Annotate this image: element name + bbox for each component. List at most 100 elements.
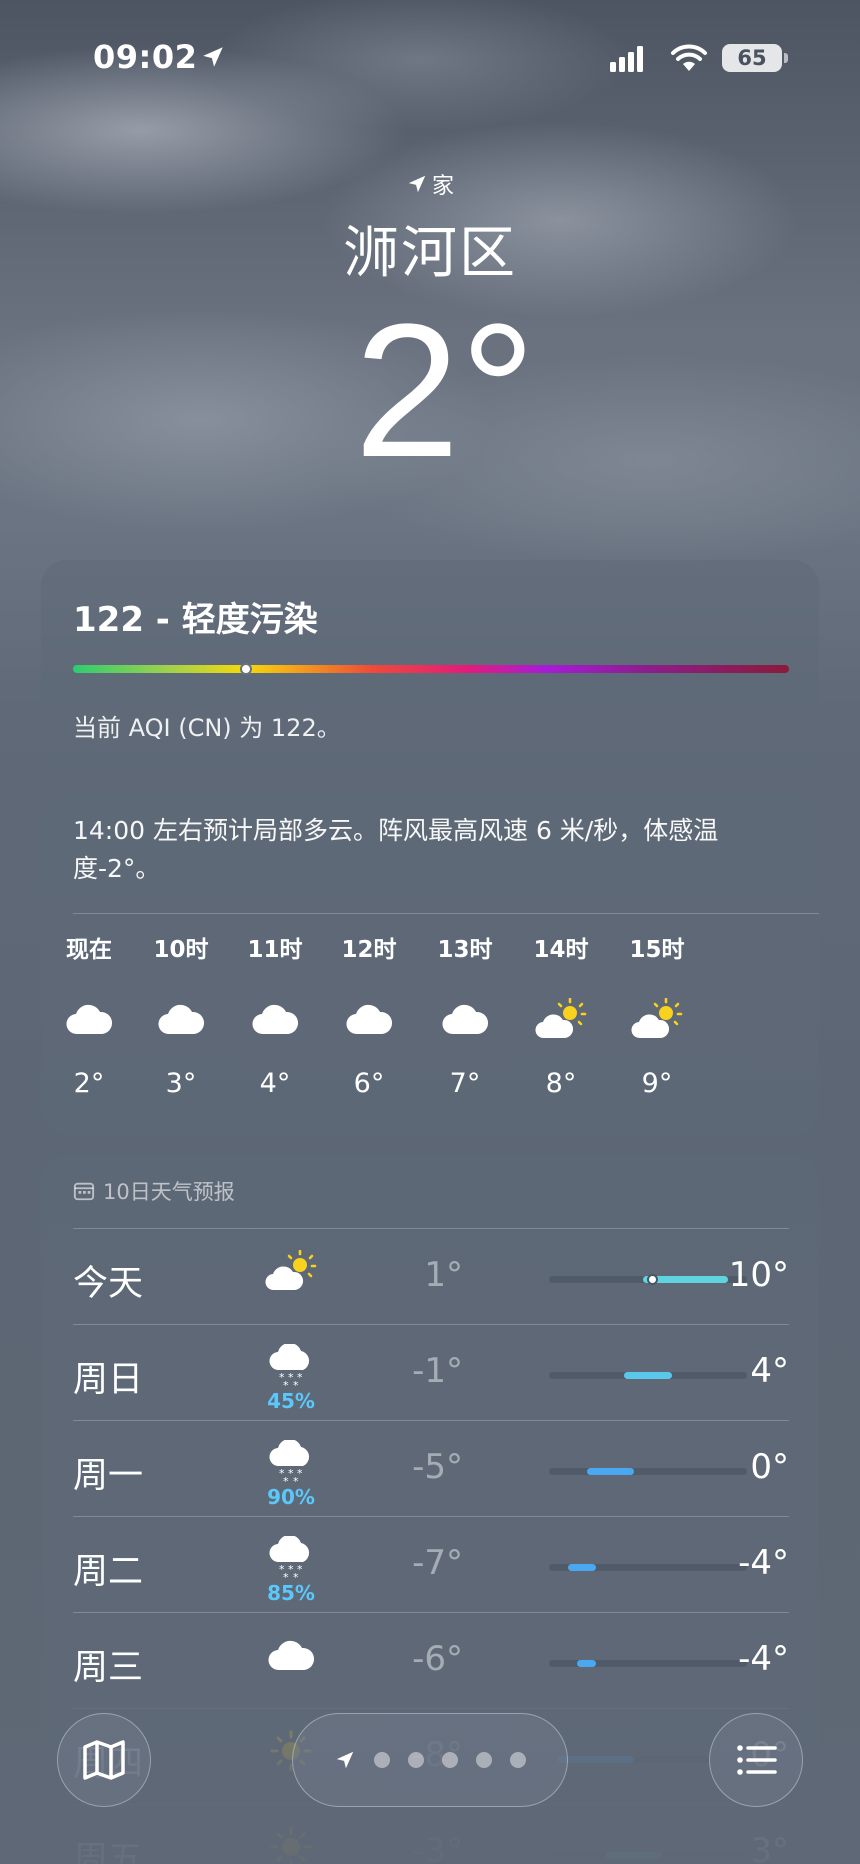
battery-indicator: 65 xyxy=(722,44,782,72)
day-row[interactable]: 周三 -6° -4° xyxy=(73,1612,789,1708)
city-name: 浉河区 xyxy=(343,221,517,286)
snow-icon: * * * * * xyxy=(261,1437,321,1489)
cloud-icon xyxy=(329,986,409,1052)
temperature-range-track xyxy=(549,1660,747,1667)
temperature-range-bar xyxy=(567,1564,597,1571)
home-location-row: 家 xyxy=(0,168,860,200)
aqi-scale-bar xyxy=(73,665,789,673)
map-button[interactable] xyxy=(57,1713,151,1807)
location-arrow-icon xyxy=(203,47,223,67)
cloud-icon xyxy=(141,986,221,1052)
day-name: 周二 xyxy=(73,1552,144,1592)
hour-temperature: 9° xyxy=(641,1068,673,1099)
battery-tip xyxy=(784,53,788,63)
aqi-title: 122 - 轻度污染 xyxy=(73,600,318,640)
hour-label: 10时 xyxy=(153,937,209,963)
current-temp-marker xyxy=(646,1274,658,1285)
high-temperature: 0° xyxy=(750,1447,789,1487)
precipitation-chance: 85% xyxy=(267,1581,315,1605)
list-icon xyxy=(737,1745,777,1775)
temperature-range-bar xyxy=(586,1468,634,1475)
air-quality-card[interactable]: 122 - 轻度污染 当前 AQI (CN) 为 122。 xyxy=(41,560,819,772)
hour-temperature: 3° xyxy=(165,1068,197,1099)
cellular-signal-icon xyxy=(610,46,643,72)
hour-label: 现在 xyxy=(66,937,112,963)
day-name: 周一 xyxy=(73,1456,144,1496)
hour-temperature: 6° xyxy=(353,1068,385,1099)
cloud-icon xyxy=(425,986,505,1052)
calendar-icon xyxy=(73,1182,95,1201)
page-dot[interactable] xyxy=(442,1752,458,1768)
temperature-range-track xyxy=(549,1468,747,1475)
hour-temperature: 8° xyxy=(545,1068,577,1099)
hour-column: 15时 9° xyxy=(617,932,697,1099)
hour-label: 12时 xyxy=(341,937,397,963)
partly-sunny-icon xyxy=(617,986,697,1052)
day-name: 周三 xyxy=(73,1648,144,1688)
page-indicator[interactable] xyxy=(292,1713,568,1807)
hour-temperature: 2° xyxy=(73,1068,105,1099)
cloud-icon xyxy=(49,986,129,1052)
hour-temperature: 7° xyxy=(449,1068,481,1099)
divider xyxy=(73,913,819,914)
day-row[interactable]: 周二 * * * * * 85% -7° -4° xyxy=(73,1516,789,1612)
snow-icon: * * * * * xyxy=(261,1341,321,1393)
home-label: 家 xyxy=(431,174,454,199)
page-dot[interactable] xyxy=(374,1752,390,1768)
location-header: 家 浉河区 2° xyxy=(0,168,860,497)
low-temperature: -7° xyxy=(412,1543,463,1583)
location-arrow-icon xyxy=(408,175,426,193)
hour-label: 13时 xyxy=(437,937,493,963)
page-dot[interactable] xyxy=(476,1752,492,1768)
city-list-button[interactable] xyxy=(709,1713,803,1807)
low-temperature: -1° xyxy=(412,1351,463,1391)
wifi-icon xyxy=(671,44,707,71)
day-row[interactable]: 今天 1° 10° xyxy=(73,1228,789,1324)
high-temperature: 10° xyxy=(728,1255,789,1295)
status-time: 09:02 xyxy=(93,38,198,76)
temperature-range-bar xyxy=(577,1660,597,1667)
day-name: 今天 xyxy=(73,1264,144,1304)
hour-column: 10时 3° xyxy=(141,932,221,1099)
page-dot[interactable] xyxy=(510,1752,526,1768)
forecast-summary: 14:00 左右预计局部多云。阵风最高风速 6 米/秒，体感温度-2°。 xyxy=(73,816,719,883)
aqi-level-marker xyxy=(240,663,253,675)
location-arrow-icon xyxy=(336,1751,354,1769)
temperature-range-track xyxy=(549,1274,747,1285)
cloud-icon xyxy=(261,1629,321,1681)
current-temperature: 2° xyxy=(354,285,536,497)
status-bar: 09:02 65 xyxy=(0,0,860,110)
partly-sunny-icon xyxy=(521,986,601,1052)
temperature-range-track xyxy=(549,1564,747,1571)
high-temperature: -4° xyxy=(738,1543,789,1583)
hour-column: 14时 8° xyxy=(521,932,601,1099)
high-temperature: 4° xyxy=(750,1351,789,1391)
ten-day-title: 10日天气预报 xyxy=(103,1180,235,1204)
cloud-icon xyxy=(235,986,315,1052)
day-name: 周日 xyxy=(73,1360,144,1400)
high-temperature: -4° xyxy=(738,1639,789,1679)
day-row[interactable]: 周日 * * * * * 45% -1° 4° xyxy=(73,1324,789,1420)
ten-day-header: 10日天气预报 xyxy=(73,1176,235,1206)
low-temperature: 1° xyxy=(424,1255,463,1295)
hour-column: 13时 7° xyxy=(425,932,505,1099)
hour-temperature: 4° xyxy=(259,1068,291,1099)
hour-column: 12时 6° xyxy=(329,932,409,1099)
hourly-forecast-card[interactable]: 14:00 左右预计局部多云。阵风最高风速 6 米/秒，体感温度-2°。 现在 2… xyxy=(41,792,819,1135)
precipitation-chance: 45% xyxy=(267,1389,315,1413)
page-dot[interactable] xyxy=(408,1752,424,1768)
hour-column: 现在 2° xyxy=(49,932,129,1099)
hour-column: 11时 4° xyxy=(235,932,315,1099)
aqi-description: 当前 AQI (CN) 为 122。 xyxy=(73,714,341,742)
precipitation-chance: 90% xyxy=(267,1485,315,1509)
hour-label: 15时 xyxy=(629,937,685,963)
partly-sunny-icon xyxy=(261,1245,321,1297)
map-icon xyxy=(83,1740,125,1780)
hour-label: 14时 xyxy=(533,937,589,963)
day-row[interactable]: 周一 * * * * * 90% -5° 0° xyxy=(73,1420,789,1516)
low-temperature: -6° xyxy=(412,1639,463,1679)
hour-label: 11时 xyxy=(247,937,303,963)
snow-icon: * * * * * xyxy=(261,1533,321,1585)
low-temperature: -5° xyxy=(412,1447,463,1487)
temperature-range-bar xyxy=(624,1372,672,1379)
